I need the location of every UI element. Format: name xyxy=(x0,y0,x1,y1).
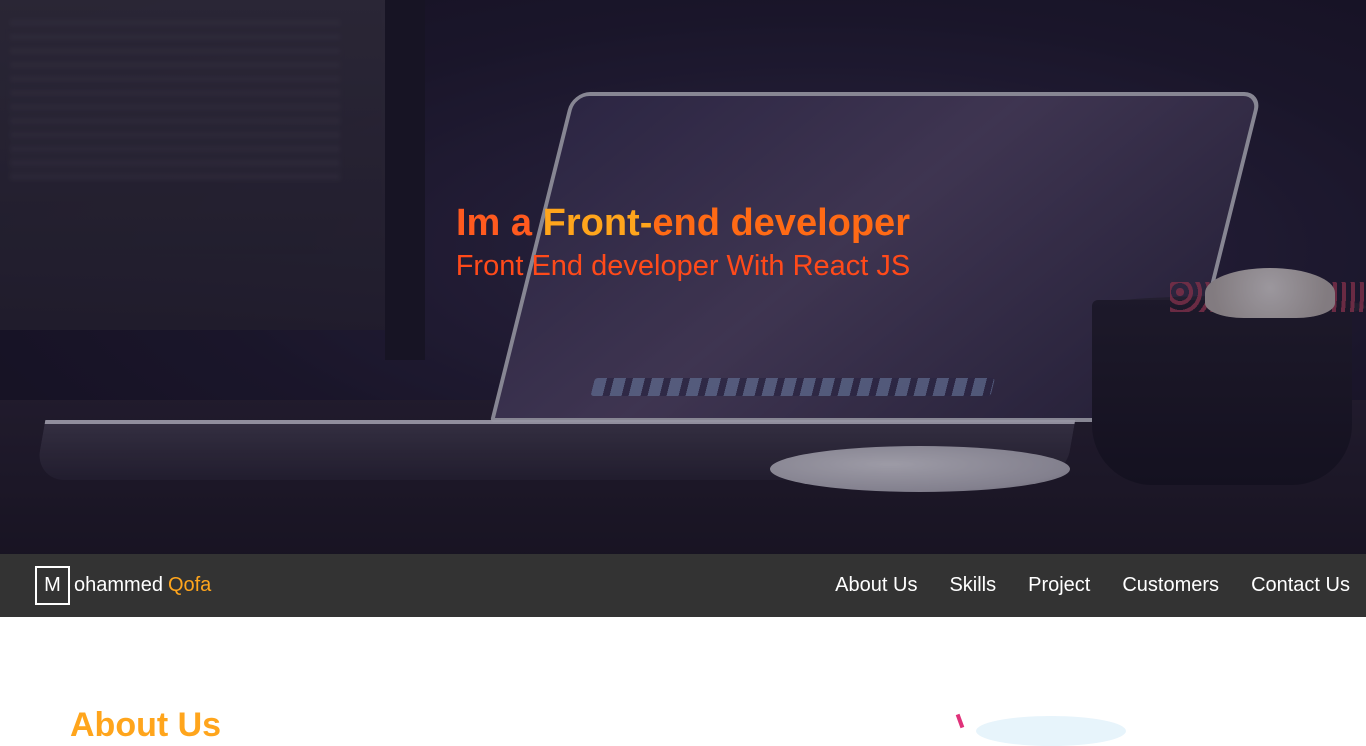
logo-letter-box: M xyxy=(35,566,70,605)
about-illustration xyxy=(955,712,1128,746)
navbar: M ohammed Qofa About Us Skills Project C… xyxy=(0,554,1366,617)
logo-name-highlight: Qofa xyxy=(167,574,212,596)
hero-subtitle: Front End developer With React JS xyxy=(455,250,911,282)
logo-name: ohammed xyxy=(74,574,163,596)
hero-title: Im a Front-end developer xyxy=(0,200,1366,246)
hero-title-part3: end developer xyxy=(652,202,910,244)
nav-link-project[interactable]: Project xyxy=(1028,574,1090,597)
nav-link-about-us[interactable]: About Us xyxy=(835,574,917,597)
nav-link-contact-us[interactable]: Contact Us xyxy=(1251,574,1350,597)
nav-link-customers[interactable]: Customers xyxy=(1122,574,1219,597)
about-heading: About Us xyxy=(70,706,222,744)
nav-link-skills[interactable]: Skills xyxy=(949,574,996,597)
hero-title-part2: Front- xyxy=(542,202,653,244)
hero-text: Im a Front-end developer Front End devel… xyxy=(0,200,1366,286)
brand-logo[interactable]: M ohammed Qofa xyxy=(35,566,211,605)
hero-section: Im a Front-end developer Front End devel… xyxy=(0,0,1366,554)
illustration-stroke xyxy=(955,713,965,729)
nav-links: About Us Skills Project Customers Contac… xyxy=(803,574,1350,597)
hero-title-part1: Im a xyxy=(456,202,533,244)
illustration-blob xyxy=(976,716,1126,746)
